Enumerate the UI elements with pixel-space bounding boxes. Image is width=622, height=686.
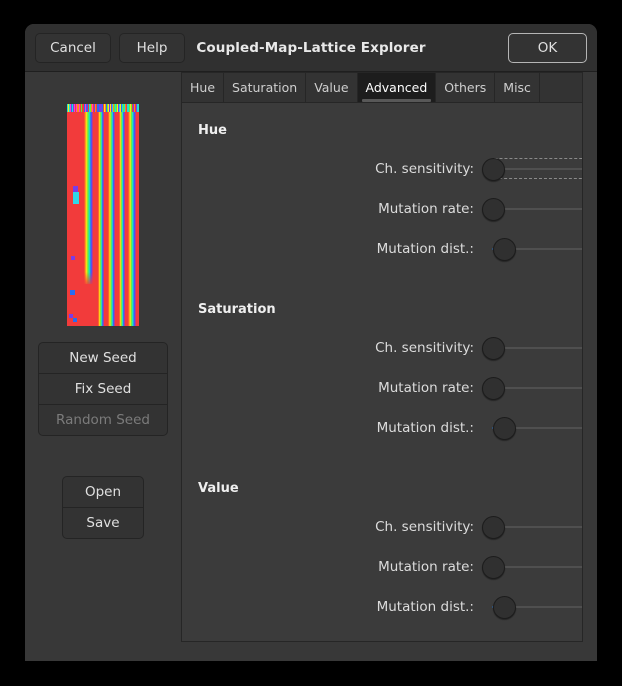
slider-handle[interactable] [482,516,505,539]
application-window: Cancel Help Coupled-Map-Lattice Explorer… [25,24,597,661]
slider-ch-sensitivity[interactable] [482,510,583,544]
lattice-chaotic-band [67,104,139,112]
tab-saturation[interactable]: Saturation [224,73,306,102]
slider-handle[interactable] [493,417,516,440]
setting-row: Mutation dist.:0.10 [182,232,582,266]
tab-others[interactable]: Others [436,73,495,102]
group-title-hue: Hue [198,123,227,138]
label-mutation-rate: Mutation rate: [182,550,474,584]
help-button[interactable]: Help [119,33,185,63]
tab-bar-filler [540,73,582,102]
label-mutation-dist: Mutation dist.: [182,232,474,266]
open-button[interactable]: Open [62,476,144,508]
advanced-tab-page: Hue Ch. sensitivity:0.00 Mutation rate:0.0… [181,102,583,642]
random-seed-button: Random Seed [38,404,168,436]
tab-bar: HueSaturationValueAdvancedOthersMisc [181,72,583,103]
label-ch-sensitivity: Ch. sensitivity: [182,331,474,365]
label-mutation-dist: Mutation dist.: [182,411,474,445]
label-mutation-rate: Mutation rate: [182,192,474,226]
coupled-map-lattice-preview[interactable] [67,104,139,326]
label-ch-sensitivity: Ch. sensitivity: [182,152,474,186]
tab-hue[interactable]: Hue [182,73,224,102]
label-mutation-dist: Mutation dist.: [182,590,474,624]
lattice-stripes [67,104,139,326]
setting-row: Ch. sensitivity:0.00 [182,152,582,186]
slider-handle[interactable] [482,198,505,221]
slider-mutation-dist[interactable] [482,590,583,624]
cancel-button[interactable]: Cancel [35,33,111,63]
label-ch-sensitivity: Ch. sensitivity: [182,510,474,544]
tab-advanced[interactable]: Advanced [358,73,437,102]
setting-row: Mutation dist.:0.10 [182,590,582,624]
header-bar: Cancel Help Coupled-Map-Lattice Explorer… [25,24,597,72]
setting-row: Ch. sensitivity:0.00 [182,510,582,544]
group-title-value: Value [198,481,239,496]
group-title-saturation: Saturation [198,302,276,317]
slider-track [492,347,583,349]
sidebar: New Seed Fix Seed Random Seed Open Save [25,72,181,660]
slider-handle[interactable] [482,377,505,400]
screen: Cancel Help Coupled-Map-Lattice Explorer… [0,0,622,686]
slider-handle[interactable] [482,556,505,579]
ok-button[interactable]: OK [508,33,587,63]
slider-ch-sensitivity[interactable] [482,152,583,186]
slider-handle[interactable] [482,158,505,181]
setting-row: Mutation rate:0.00 [182,550,582,584]
slider-ch-sensitivity[interactable] [482,331,583,365]
slider-track [492,387,583,389]
tab-value[interactable]: Value [306,73,357,102]
tab-misc[interactable]: Misc [495,73,540,102]
slider-mutation-rate[interactable] [482,371,583,405]
label-mutation-rate: Mutation rate: [182,371,474,405]
slider-mutation-rate[interactable] [482,550,583,584]
slider-track [492,526,583,528]
slider-handle[interactable] [482,337,505,360]
window-body: New Seed Fix Seed Random Seed Open Save … [25,72,597,660]
settings-notebook: HueSaturationValueAdvancedOthersMisc Hue… [181,72,597,660]
fix-seed-button[interactable]: Fix Seed [38,373,168,405]
setting-row: Ch. sensitivity:0.00 [182,331,582,365]
slider-mutation-rate[interactable] [482,192,583,226]
slider-mutation-dist[interactable] [482,411,583,445]
slider-handle[interactable] [493,596,516,619]
save-button[interactable]: Save [62,507,144,539]
slider-track [492,208,583,210]
slider-handle[interactable] [493,238,516,261]
setting-row: Mutation dist.:0.10 [182,411,582,445]
new-seed-button[interactable]: New Seed [38,342,168,374]
slider-mutation-dist[interactable] [482,232,583,266]
slider-track [492,566,583,568]
setting-row: Mutation rate:0.00 [182,192,582,226]
setting-row: Mutation rate:0.00 [182,371,582,405]
